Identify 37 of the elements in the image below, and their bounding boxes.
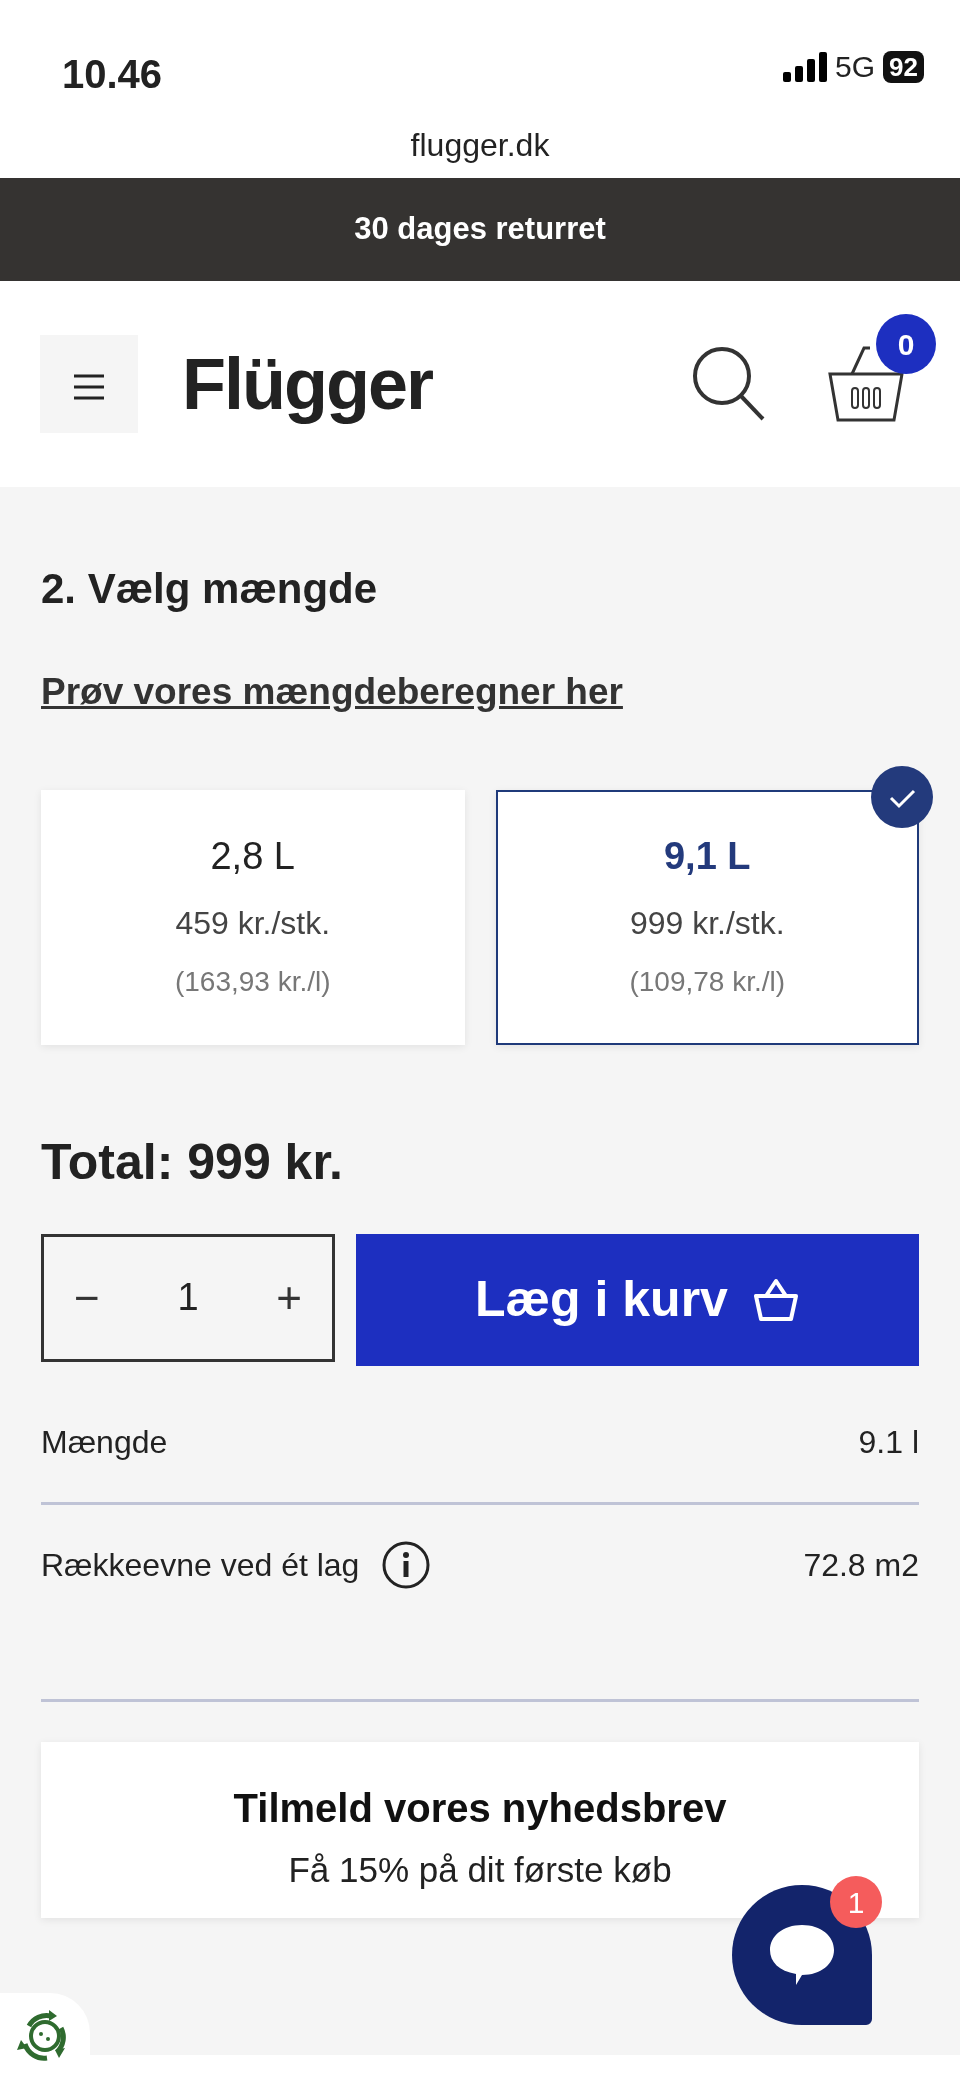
quantity-stepper[interactable]: − 1 +	[41, 1233, 335, 1362]
volume-label: 2,8 L	[209, 833, 296, 879]
status-time: 10.46	[62, 51, 163, 98]
basket-icon	[751, 1277, 800, 1322]
network-label: 5G	[835, 49, 876, 85]
size-option-card[interactable]: 9,1 L 999 kr./stk. (109,78 kr./l)	[495, 789, 919, 1045]
unit-price-label: (163,93 kr./l)	[173, 964, 332, 999]
search-icon[interactable]	[692, 346, 766, 422]
url-text: flugger.dk	[0, 130, 960, 178]
decrement-button[interactable]: −	[68, 1263, 106, 1332]
unit-price-label: (109,78 kr./l)	[628, 964, 787, 999]
price-label: 999 kr./stk.	[628, 903, 786, 943]
info-icon[interactable]	[381, 1539, 432, 1590]
checkmark-icon	[871, 765, 933, 828]
increment-button[interactable]: +	[270, 1263, 308, 1332]
logo[interactable]: Flügger	[182, 330, 432, 438]
section-title: 2. Vælg mængde	[41, 564, 379, 614]
newsletter-subtitle: Få 15% på dit første køb	[288, 1848, 672, 1891]
add-to-cart-button[interactable]: Læg i kurv	[356, 1233, 919, 1366]
promo-text: 30 dages returret	[354, 210, 606, 249]
spec-label: Mængde	[41, 1422, 168, 1462]
size-option-card[interactable]: 2,8 L 459 kr./stk. (163,93 kr./l)	[41, 789, 465, 1045]
spec-label: Rækkeevne ved ét lag	[41, 1545, 360, 1585]
total-price: Total: 999 kr.	[41, 1133, 343, 1190]
menu-button[interactable]	[40, 335, 138, 433]
menu-icon	[72, 373, 106, 402]
battery-indicator: 92	[883, 50, 924, 83]
cart-count-badge: 0	[876, 314, 936, 374]
signal-icon	[783, 51, 828, 82]
newsletter-title: Tilmeld vores nyhedsbrev	[233, 1784, 727, 1832]
chat-button[interactable]	[732, 1885, 872, 2025]
quantity-value: 1	[177, 1275, 199, 1320]
volume-label: 9,1 L	[662, 833, 752, 879]
spec-value: 72.8 m2	[803, 1545, 919, 1585]
calculator-link[interactable]: Prøv vores mængdeberegner her	[41, 664, 623, 720]
spec-value: 9.1 l	[858, 1422, 919, 1462]
price-label: 459 kr./stk.	[174, 903, 332, 943]
